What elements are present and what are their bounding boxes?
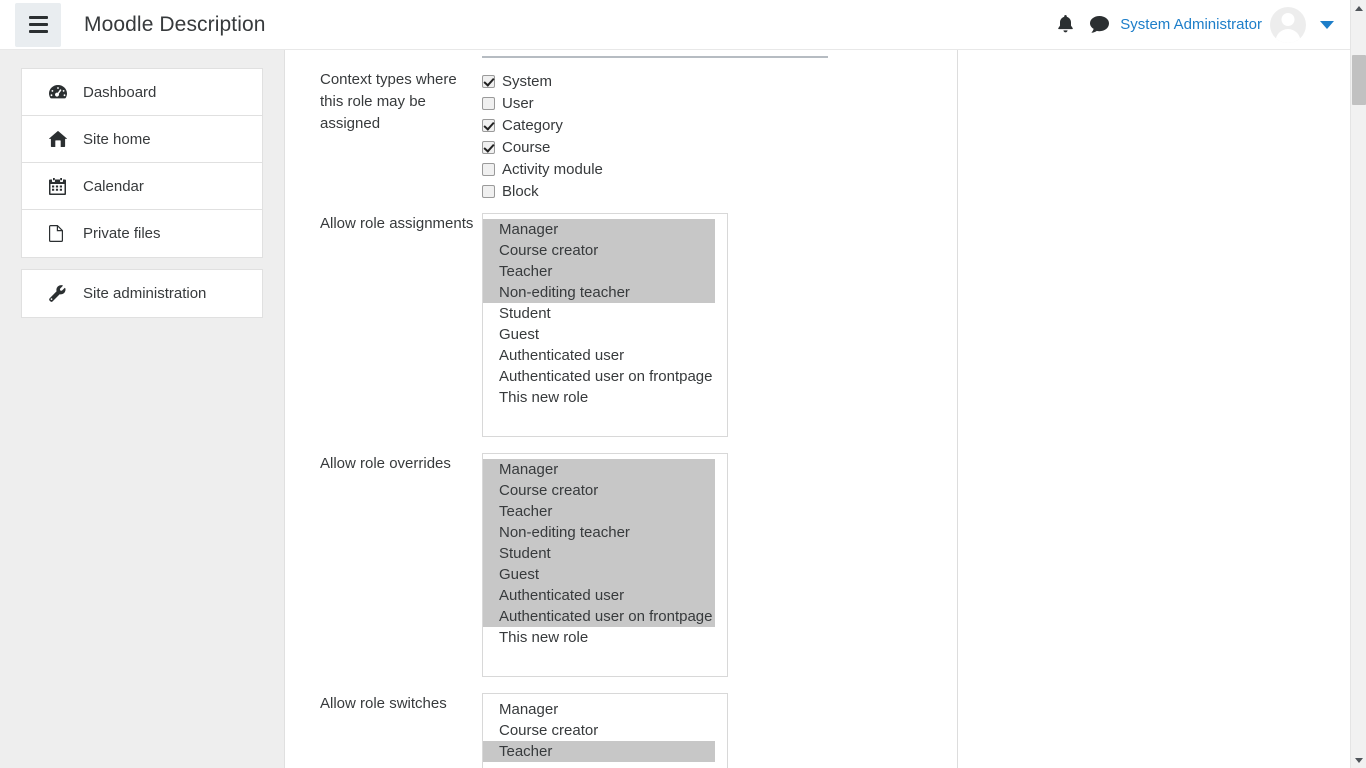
listbox-option[interactable]: Authenticated user on frontpage bbox=[483, 606, 715, 627]
sidebar-item-label: Site administration bbox=[83, 285, 207, 302]
checkbox-label: Block bbox=[502, 182, 539, 200]
scrollbar-thumb[interactable] bbox=[1352, 55, 1366, 105]
checkbox-row-activity-module[interactable]: Activity module bbox=[482, 158, 603, 180]
top-navbar: Moodle Description System Administrator bbox=[0, 0, 1350, 50]
checkbox-row-block[interactable]: Block bbox=[482, 180, 603, 202]
allow-role-assignments-listbox[interactable]: Manager Course creator Teacher Non-editi… bbox=[482, 213, 728, 437]
sidebar-item-private-files[interactable]: Private files bbox=[22, 210, 262, 257]
checkbox-label: System bbox=[502, 72, 553, 90]
hamburger-bar bbox=[28, 23, 48, 26]
sidebar-item-calendar[interactable]: Calendar bbox=[22, 163, 262, 210]
checkbox-row-category[interactable]: Category bbox=[482, 114, 603, 136]
hamburger-bar bbox=[28, 30, 48, 33]
sidebar-item-site-administration[interactable]: Site administration bbox=[22, 270, 262, 317]
listbox-option[interactable]: Guest bbox=[483, 564, 715, 585]
scroll-down-arrow-icon[interactable] bbox=[1351, 752, 1366, 768]
arrow-up-glyph bbox=[1355, 5, 1363, 11]
checkbox-label: User bbox=[502, 94, 534, 112]
allow-role-switches-label: Allow role switches bbox=[320, 695, 447, 712]
sidebar-item-label: Site home bbox=[83, 130, 151, 148]
sidebar-item-dashboard[interactable]: Dashboard bbox=[22, 69, 262, 116]
context-types-checkbox-group: System User Category Course Activity mod bbox=[482, 69, 603, 202]
message-bubble-icon[interactable] bbox=[1082, 8, 1116, 42]
checkbox-row-user[interactable]: User bbox=[482, 92, 603, 114]
hamburger-bar bbox=[28, 16, 48, 19]
sidebar-item-label: Dashboard bbox=[83, 83, 157, 101]
checkbox-label: Category bbox=[502, 116, 563, 134]
avatar bbox=[1270, 6, 1306, 43]
listbox-option[interactable]: This new role bbox=[483, 387, 727, 408]
page-root: Moodle Description System Administrator bbox=[0, 0, 1366, 768]
allow-role-switches-listbox[interactable]: Manager Course creator Teacher bbox=[482, 693, 728, 768]
checkbox-row-course[interactable]: Course bbox=[482, 136, 603, 158]
checkbox-label: Activity module bbox=[502, 160, 603, 178]
sidebar-item-label: Private files bbox=[83, 225, 161, 242]
user-name-label: System Administrator bbox=[1120, 16, 1262, 33]
listbox-option[interactable]: Student bbox=[483, 303, 727, 324]
listbox-option[interactable]: Manager bbox=[483, 699, 727, 720]
checkbox-system[interactable] bbox=[482, 74, 495, 88]
listbox-option[interactable]: Authenticated user bbox=[483, 345, 727, 366]
user-menu[interactable]: System Administrator bbox=[1120, 6, 1306, 43]
dashboard-icon bbox=[49, 84, 70, 100]
listbox-option[interactable]: Course creator bbox=[483, 720, 727, 741]
page-title: Moodle Description bbox=[84, 12, 266, 36]
arrow-down-glyph bbox=[1355, 757, 1363, 763]
sidebar-group-primary: Dashboard Site home Calendar Private fil… bbox=[21, 68, 263, 258]
main-content: Context types where this role may be ass… bbox=[286, 50, 958, 768]
navbar-right-group: System Administrator bbox=[1048, 6, 1350, 43]
home-icon bbox=[49, 131, 70, 147]
form-row-allow-role-assignments: Allow role assignments Manager Course cr… bbox=[320, 213, 728, 437]
sidebar-item-label: Calendar bbox=[83, 177, 144, 195]
allow-role-assignments-label: Allow role assignments bbox=[320, 215, 474, 232]
checkbox-user[interactable] bbox=[482, 96, 495, 110]
listbox-option[interactable]: Teacher bbox=[483, 741, 715, 762]
allow-role-overrides-listbox[interactable]: Manager Course creator Teacher Non-editi… bbox=[482, 453, 728, 677]
checkbox-activity-module[interactable] bbox=[482, 162, 495, 176]
wrench-icon bbox=[49, 285, 70, 302]
content-right-blank bbox=[959, 50, 1350, 768]
form-row-context-types: Context types where this role may be ass… bbox=[320, 69, 603, 202]
chevron-down-icon[interactable] bbox=[1320, 20, 1334, 29]
listbox-option[interactable]: Course creator bbox=[483, 480, 715, 501]
listbox-option[interactable]: Teacher bbox=[483, 261, 715, 282]
listbox-option[interactable]: Manager bbox=[483, 219, 715, 240]
listbox-option[interactable]: Student bbox=[483, 543, 715, 564]
allow-role-overrides-label: Allow role overrides bbox=[320, 455, 451, 472]
listbox-option[interactable]: Authenticated user on frontpage bbox=[483, 366, 727, 387]
vertical-scrollbar[interactable] bbox=[1350, 0, 1366, 768]
sidebar-group-admin: Site administration bbox=[21, 269, 263, 318]
context-types-label: Context types where this role may be ass… bbox=[320, 71, 457, 132]
listbox-option[interactable]: Authenticated user bbox=[483, 585, 715, 606]
listbox-option[interactable]: Course creator bbox=[483, 240, 715, 261]
listbox-option[interactable]: Teacher bbox=[483, 501, 715, 522]
file-icon bbox=[49, 225, 70, 242]
sidebar: Dashboard Site home Calendar Private fil… bbox=[0, 50, 285, 768]
checkbox-block[interactable] bbox=[482, 184, 495, 198]
listbox-option[interactable]: Guest bbox=[483, 324, 727, 345]
listbox-option[interactable]: This new role bbox=[483, 627, 727, 648]
listbox-option[interactable]: Non-editing teacher bbox=[483, 282, 715, 303]
listbox-option[interactable]: Manager bbox=[483, 459, 715, 480]
form-row-allow-role-overrides: Allow role overrides Manager Course crea… bbox=[320, 453, 728, 677]
checkbox-course[interactable] bbox=[482, 140, 495, 154]
clipped-field-above bbox=[482, 50, 828, 58]
checkbox-row-system[interactable]: System bbox=[482, 70, 603, 92]
sidebar-item-site-home[interactable]: Site home bbox=[22, 116, 262, 163]
calendar-icon bbox=[49, 177, 70, 195]
checkbox-label: Course bbox=[502, 138, 551, 156]
scroll-up-arrow-icon[interactable] bbox=[1351, 0, 1366, 16]
listbox-option[interactable]: Non-editing teacher bbox=[483, 522, 715, 543]
form-row-allow-role-switches: Allow role switches Manager Course creat… bbox=[320, 693, 728, 768]
checkbox-category[interactable] bbox=[482, 118, 495, 132]
menu-toggle-button[interactable] bbox=[15, 2, 61, 47]
bell-icon[interactable] bbox=[1048, 8, 1082, 42]
